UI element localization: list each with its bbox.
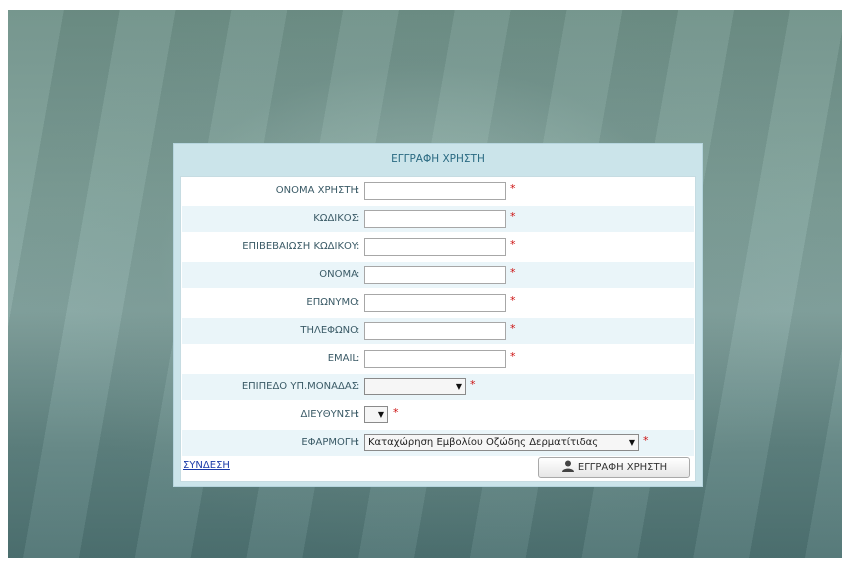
- colon: :: [356, 269, 360, 280]
- required-mark: *: [510, 266, 516, 279]
- password-input[interactable]: [364, 210, 506, 228]
- form-row-password: ΚΩΔΙΚΟΣ : *: [182, 206, 694, 232]
- first-name-input[interactable]: [364, 266, 506, 284]
- application-value: Καταχώρηση Εμβολίου Οζώδης Δερματίτιδας: [368, 437, 599, 448]
- register-button-label: ΕΓΓΡΑΦΗ ΧΡΗΣΤΗ: [577, 462, 668, 473]
- user-icon: [561, 460, 574, 472]
- application-select[interactable]: Καταχώρηση Εμβολίου Οζώδης Δερματίτιδας …: [364, 434, 639, 451]
- required-mark: *: [510, 350, 516, 363]
- required-mark: *: [510, 238, 516, 251]
- unit-level-select[interactable]: ▼: [364, 378, 466, 395]
- chevron-down-icon: ▼: [377, 410, 384, 419]
- form-row-last-name: ΕΠΩΝΥΜΟ : *: [182, 290, 694, 316]
- last-name-input[interactable]: [364, 294, 506, 312]
- password-label: ΚΩΔΙΚΟΣ: [313, 213, 358, 224]
- username-input[interactable]: [364, 182, 506, 200]
- colon: :: [356, 353, 360, 364]
- colon: :: [356, 241, 360, 252]
- chevron-down-icon: ▼: [628, 438, 635, 447]
- unit-level-label: ΕΠΙΠΕΔΟ ΥΠ.ΜΟΝΑΔΑΣ: [241, 381, 358, 392]
- username-label: ΟΝΟΜΑ ΧΡΗΣΤΗ: [275, 185, 358, 196]
- required-mark: *: [510, 210, 516, 223]
- first-name-label: ΟΝΟΜΑ: [319, 269, 358, 280]
- required-mark: *: [510, 322, 516, 335]
- form-row-first-name: ΟΝΟΜΑ : *: [182, 262, 694, 288]
- directorate-label: ΔΙΕΥΘΥΝΣΗ: [300, 409, 358, 420]
- form-row-confirm-password: ΕΠΙΒΕΒΑΙΩΣΗ ΚΩΔΙΚΟΥ : *: [182, 234, 694, 260]
- directorate-select[interactable]: ▼: [364, 406, 388, 423]
- colon: :: [356, 409, 360, 420]
- colon: :: [356, 325, 360, 336]
- register-button[interactable]: ΕΓΓΡΑΦΗ ΧΡΗΣΤΗ: [538, 457, 690, 478]
- colon: :: [356, 437, 360, 448]
- form-row-unit-level: ΕΠΙΠΕΔΟ ΥΠ.ΜΟΝΑΔΑΣ : ▼ *: [182, 374, 694, 400]
- required-mark: *: [393, 406, 399, 419]
- form-row-username: ΟΝΟΜΑ ΧΡΗΣΤΗ : *: [182, 178, 694, 204]
- last-name-label: ΕΠΩΝΥΜΟ: [306, 297, 358, 308]
- colon: :: [356, 185, 360, 196]
- required-mark: *: [510, 182, 516, 195]
- form-row-email: EMAIL : *: [182, 346, 694, 372]
- login-link[interactable]: ΣΥΝΔΕΣΗ: [183, 460, 230, 471]
- colon: :: [356, 213, 360, 224]
- confirm-password-label: ΕΠΙΒΕΒΑΙΩΣΗ ΚΩΔΙΚΟΥ: [242, 241, 358, 252]
- form-row-directorate: ΔΙΕΥΘΥΝΣΗ : ▼ *: [182, 402, 694, 428]
- required-mark: *: [510, 294, 516, 307]
- form-row-phone: ΤΗΛΕΦΩΝΟ : *: [182, 318, 694, 344]
- colon: :: [356, 297, 360, 308]
- phone-label: ΤΗΛΕΦΩΝΟ: [300, 325, 358, 336]
- registration-panel: ΕΓΓΡΑΦΗ ΧΡΗΣΤΗ ΟΝΟΜΑ ΧΡΗΣΤΗ : * ΚΩΔΙΚΟΣ …: [173, 143, 703, 487]
- email-input[interactable]: [364, 350, 506, 368]
- application-label: ΕΦΑΡΜΟΓΗ: [301, 437, 358, 448]
- confirm-password-input[interactable]: [364, 238, 506, 256]
- colon: :: [356, 381, 360, 392]
- panel-title: ΕΓΓΡΑΦΗ ΧΡΗΣΤΗ: [391, 153, 485, 165]
- chevron-down-icon: ▼: [455, 382, 462, 391]
- required-mark: *: [470, 378, 476, 391]
- email-label: EMAIL: [327, 353, 358, 364]
- form-row-application: ΕΦΑΡΜΟΓΗ : Καταχώρηση Εμβολίου Οζώδης Δε…: [182, 430, 694, 456]
- registration-form: ΟΝΟΜΑ ΧΡΗΣΤΗ : * ΚΩΔΙΚΟΣ : * ΕΠΙΒΕΒΑΙΩΣΗ…: [180, 176, 696, 482]
- phone-input[interactable]: [364, 322, 506, 340]
- required-mark: *: [643, 434, 649, 447]
